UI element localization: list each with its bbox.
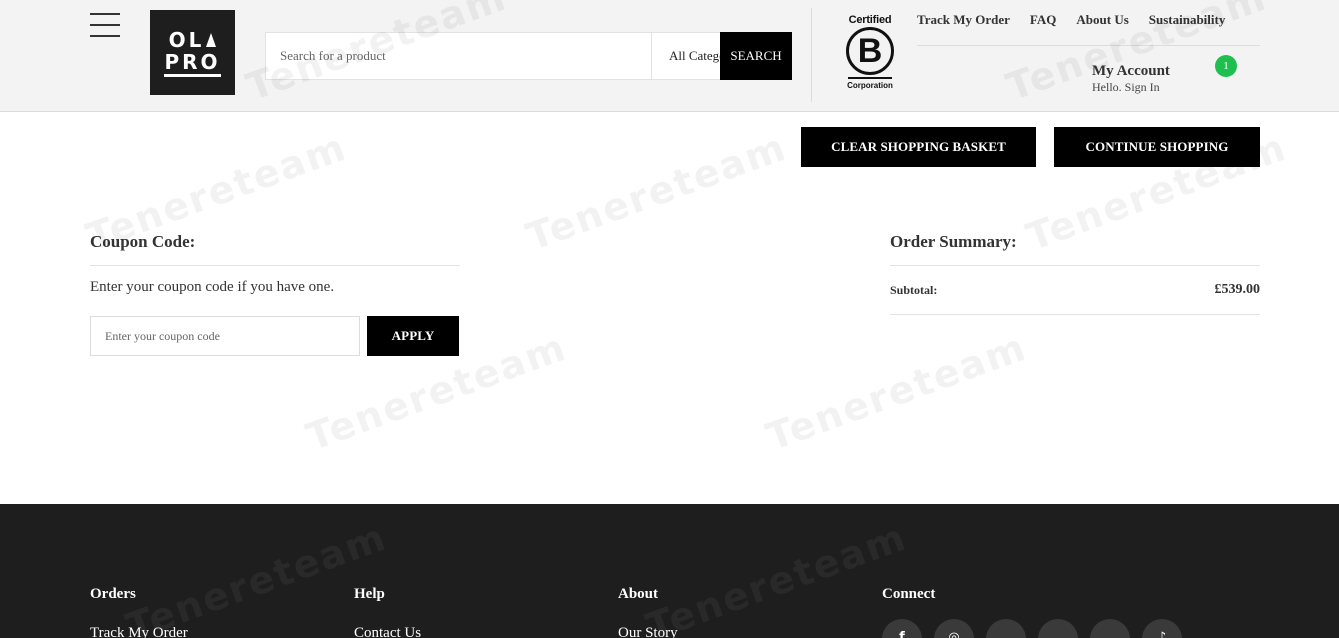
b-corp-letter: B — [846, 27, 894, 75]
footer-column-help: Help Contact Us — [354, 586, 421, 638]
summary-divider-bottom — [890, 314, 1260, 315]
search-button[interactable]: SEARCH — [720, 32, 792, 80]
top-nav: Track My Order FAQ About Us Sustainabili… — [917, 12, 1225, 28]
logo-line-1: OL — [168, 27, 205, 52]
category-select[interactable]: All Categories — [651, 33, 720, 79]
header-divider — [811, 8, 812, 102]
youtube-icon[interactable] — [1038, 619, 1078, 638]
menu-icon[interactable] — [90, 13, 120, 37]
coupon-input[interactable] — [90, 316, 360, 356]
brand-logo[interactable]: OL PRO — [150, 10, 235, 95]
top-link-sustainability[interactable]: Sustainability — [1149, 12, 1226, 28]
watermark-text: Tenereteam — [760, 324, 1033, 460]
continue-shopping-button[interactable]: CONTINUE SHOPPING — [1054, 127, 1260, 167]
b-corp-certified-text: Certified — [848, 14, 892, 26]
footer-heading-orders: Orders — [90, 586, 136, 602]
top-link-about-us[interactable]: About Us — [1076, 12, 1128, 28]
footer-column-about: About Our Story — [618, 586, 678, 638]
search-input[interactable] — [266, 33, 651, 79]
footer-link-track-order[interactable]: Track My Order — [90, 625, 188, 638]
footer-heading-about: About — [618, 586, 659, 602]
top-nav-divider — [917, 45, 1260, 46]
cart-count-badge[interactable]: 1 — [1215, 55, 1237, 77]
logo-line-2: PRO — [164, 51, 221, 77]
account-subtitle: Hello. Sign In — [1092, 80, 1160, 94]
watermark-text: Tenereteam — [520, 124, 793, 260]
search-bar: All Categories SEARCH — [265, 32, 792, 80]
apply-coupon-button[interactable]: APPLY — [367, 316, 459, 356]
account-link[interactable]: My Account Hello. Sign In — [1092, 62, 1170, 94]
subtotal-value: £539.00 — [1214, 282, 1261, 297]
footer-column-connect: Connect — [882, 586, 935, 603]
twitter-icon[interactable] — [986, 619, 1026, 638]
top-link-faq[interactable]: FAQ — [1030, 12, 1056, 28]
footer-column-orders: Orders Track My Order — [90, 586, 188, 638]
tiktok-icon[interactable]: ♪ — [1142, 619, 1182, 638]
facebook-icon[interactable]: f — [882, 619, 922, 638]
clear-basket-button[interactable]: CLEAR SHOPPING BASKET — [801, 127, 1036, 167]
b-corp-logo: Certified B Corporation — [842, 14, 898, 96]
footer-heading-connect: Connect — [882, 586, 936, 602]
tree-icon — [206, 32, 217, 47]
order-summary-title: Order Summary: — [890, 232, 1017, 251]
coupon-divider — [90, 265, 460, 266]
cart-page: OL PRO All Categories SEARCH Certified B… — [0, 0, 1339, 638]
footer-heading-help: Help — [354, 586, 385, 602]
pinterest-icon[interactable] — [1090, 619, 1130, 638]
coupon-description: Enter your coupon code if you have one. — [90, 279, 335, 295]
b-corp-corporation-text: Corporation — [847, 81, 893, 90]
subtotal-label: Subtotal: — [890, 283, 938, 297]
instagram-icon[interactable]: ◎ — [934, 619, 974, 638]
site-header: OL PRO All Categories SEARCH Certified B… — [0, 0, 1339, 112]
site-footer: Orders Track My Order Help Contact Us Ab… — [0, 504, 1339, 638]
account-title: My Account — [1092, 63, 1170, 79]
footer-link-our-story[interactable]: Our Story — [618, 625, 678, 638]
top-link-track-order[interactable]: Track My Order — [917, 12, 1010, 28]
coupon-title: Coupon Code: — [90, 232, 196, 251]
social-icons: f ◎ ♪ — [882, 619, 1194, 638]
summary-divider-top — [890, 265, 1260, 266]
footer-link-contact-us[interactable]: Contact Us — [354, 625, 421, 638]
